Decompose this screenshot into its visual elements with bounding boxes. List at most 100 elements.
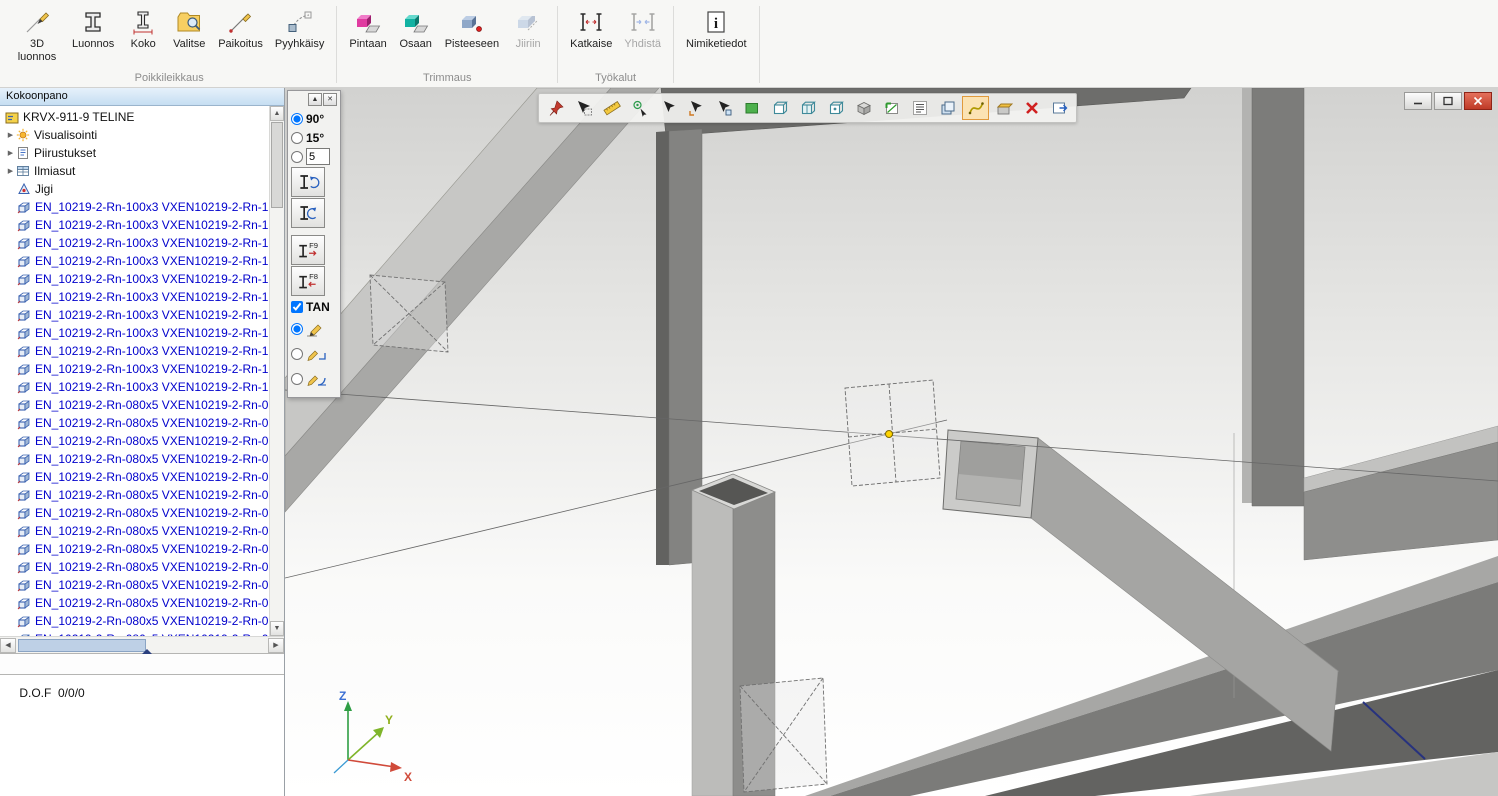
tree-part-item[interactable]: EN_10219-2-Rn-100x3 VXEN10219-2-Rn-1 xyxy=(0,234,269,252)
tree-part-item[interactable]: EN_10219-2-Rn-080x5 VXEN10219-2-Rn-0 xyxy=(0,576,269,594)
tree-node-ilmiasut[interactable]: ▶ Ilmiasut xyxy=(0,162,269,180)
snap-free-icon[interactable] xyxy=(654,96,681,120)
expand-arrow-icon[interactable]: ▶ xyxy=(5,131,16,139)
tree-part-item[interactable]: EN_10219-2-Rn-080x5 VXEN10219-2-Rn-0 xyxy=(0,468,269,486)
panel-close-icon[interactable]: ✕ xyxy=(323,93,337,106)
sweep-button[interactable]: Pyyhkäisy xyxy=(269,4,331,54)
tangent-option[interactable]: TAN xyxy=(291,297,337,316)
trim-to-miter-button[interactable]: Jiiriin xyxy=(505,4,551,54)
tree-node-piirustukset[interactable]: ▶ Piirustukset xyxy=(0,144,269,162)
tree-part-item[interactable]: EN_10219-2-Rn-080x5 VXEN10219-2-Rn-0 xyxy=(0,594,269,612)
solid-cube-icon[interactable] xyxy=(850,96,877,120)
tree-part-item[interactable]: EN_10219-2-Rn-080x5 VXEN10219-2-Rn-0 xyxy=(0,558,269,576)
panel-collapse-icon[interactable]: ▲ xyxy=(308,93,322,106)
tree-part-item[interactable]: EN_10219-2-Rn-080x5 VXEN10219-2-Rn-0 xyxy=(0,486,269,504)
select-frame-icon[interactable] xyxy=(570,96,597,120)
trim-to-point-button[interactable]: Pisteeseen xyxy=(439,4,505,54)
tree-part-item[interactable]: EN_10219-2-Rn-100x3 VXEN10219-2-Rn-1 xyxy=(0,198,269,216)
tree-part-item[interactable]: EN_10219-2-Rn-080x5 VXEN10219-2-Rn-0 xyxy=(0,432,269,450)
profile-curve-icon[interactable] xyxy=(962,96,989,120)
box-wireframe-1-icon[interactable] xyxy=(766,96,793,120)
3d-sketch-button[interactable]: 3D luonnos xyxy=(8,4,66,66)
export-view-icon[interactable] xyxy=(1046,96,1073,120)
angle-90-option[interactable]: 90° xyxy=(291,109,337,128)
trim-point-icon xyxy=(459,9,485,35)
angle-custom-radio[interactable] xyxy=(291,151,303,163)
maximize-icon[interactable] xyxy=(1434,92,1462,110)
tree-part-item[interactable]: EN_10219-2-Rn-100x3 VXEN10219-2-Rn-1 xyxy=(0,378,269,396)
selection-point[interactable] xyxy=(886,431,893,438)
box-wireframe-3-icon[interactable] xyxy=(822,96,849,120)
viewport-3d[interactable]: Z Y X ▲ ✕ xyxy=(285,88,1498,796)
tree-node-visualisointi[interactable]: ▶ Visualisointi xyxy=(0,126,269,144)
angle-15-option[interactable]: 15° xyxy=(291,128,337,147)
pin-icon[interactable] xyxy=(542,96,569,120)
tree-part-item[interactable]: EN_10219-2-Rn-100x3 VXEN10219-2-Rn-1 xyxy=(0,252,269,270)
rotate-cw-button[interactable] xyxy=(291,167,325,197)
trim-to-part-button[interactable]: Osaan xyxy=(393,4,439,54)
scroll-up-icon[interactable]: ▲ xyxy=(270,106,284,121)
splitter-grip-icon[interactable] xyxy=(142,649,152,654)
break-button[interactable]: Katkaise xyxy=(564,4,618,54)
tree-node-jigi[interactable]: Jigi xyxy=(0,180,269,198)
horizontal-scroll-thumb[interactable] xyxy=(18,639,146,652)
vertical-scroll-thumb[interactable] xyxy=(271,122,283,208)
copy-parts-icon[interactable] xyxy=(934,96,961,120)
tree-part-item[interactable]: EN_10219-2-Rn-080x5 VXEN10219-2-Rn-0 xyxy=(0,396,269,414)
snap-corner-icon[interactable] xyxy=(682,96,709,120)
minimize-icon[interactable] xyxy=(1404,92,1432,110)
angle-15-radio[interactable] xyxy=(291,132,303,144)
component-bin-icon[interactable] xyxy=(990,96,1017,120)
delete-icon[interactable] xyxy=(1018,96,1045,120)
vertical-scrollbar[interactable]: ▲ ▼ xyxy=(269,106,284,636)
scroll-down-icon[interactable]: ▼ xyxy=(270,621,284,636)
draw-ortho-radio[interactable] xyxy=(291,348,303,360)
tree-part-item[interactable]: EN_10219-2-Rn-080x5 VXEN10219-2-Rn-0 xyxy=(0,504,269,522)
snap-center-icon[interactable] xyxy=(626,96,653,120)
tree-part-item[interactable]: EN_10219-2-Rn-100x3 VXEN10219-2-Rn-1 xyxy=(0,288,269,306)
section-box-icon[interactable] xyxy=(878,96,905,120)
tree-part-item[interactable]: EN_10219-2-Rn-080x5 VXEN10219-2-Rn-0 xyxy=(0,522,269,540)
tree-part-item[interactable]: EN_10219-2-Rn-100x3 VXEN10219-2-Rn-1 xyxy=(0,360,269,378)
measure-ruler-icon[interactable] xyxy=(598,96,625,120)
sketch-button[interactable]: Luonnos xyxy=(66,4,120,54)
tree-part-item[interactable]: EN_10219-2-Rn-100x3 VXEN10219-2-Rn-1 xyxy=(0,324,269,342)
tree-part-item[interactable]: EN_10219-2-Rn-100x3 VXEN10219-2-Rn-1 xyxy=(0,270,269,288)
tree-part-item[interactable]: EN_10219-2-Rn-080x5 VXEN10219-2-Rn-0 xyxy=(0,540,269,558)
angle-custom-option[interactable] xyxy=(291,147,337,166)
tree-part-item[interactable]: EN_10219-2-Rn-080x5 VXEN10219-2-Rn-0 xyxy=(0,612,269,630)
snap-pick-icon[interactable] xyxy=(710,96,737,120)
tree-root-node[interactable]: KRVX-911-9 TELINE xyxy=(0,108,269,126)
angle-90-radio[interactable] xyxy=(291,113,303,125)
trim-to-surface-button[interactable]: Pintaan xyxy=(343,4,392,54)
size-button[interactable]: Koko xyxy=(120,4,166,54)
part-list-icon[interactable] xyxy=(906,96,933,120)
tree-part-item[interactable]: EN_10219-2-Rn-100x3 VXEN10219-2-Rn-1 xyxy=(0,342,269,360)
face-highlight-icon[interactable] xyxy=(738,96,765,120)
draw-angle-radio[interactable] xyxy=(291,373,303,385)
box-wireframe-2-icon[interactable] xyxy=(794,96,821,120)
custom-angle-input[interactable] xyxy=(306,148,330,165)
expand-arrow-icon[interactable]: ▶ xyxy=(5,149,16,157)
tangent-checkbox[interactable] xyxy=(291,301,303,313)
tree-part-item[interactable]: EN_10219-2-Rn-100x3 VXEN10219-2-Rn-1 xyxy=(0,216,269,234)
flip-f8-button[interactable]: F8 xyxy=(291,266,325,296)
rotate-ccw-button[interactable] xyxy=(291,198,325,228)
join-button[interactable]: Yhdistä xyxy=(618,4,667,54)
positioning-button[interactable]: Paikoitus xyxy=(212,4,269,54)
tree-part-item[interactable]: EN_10219-2-Rn-080x5 VXEN10219-2-Rn-0 xyxy=(0,450,269,468)
draw-free-radio[interactable] xyxy=(291,323,303,335)
viewport-canvas[interactable]: Z Y X xyxy=(285,88,1498,796)
draw-mode-ortho[interactable] xyxy=(291,341,337,366)
close-icon[interactable] xyxy=(1464,92,1492,110)
select-button[interactable]: Valitse xyxy=(166,4,212,54)
flip-f9-button[interactable]: F9 xyxy=(291,235,325,265)
scroll-right-icon[interactable]: ▶ xyxy=(268,638,284,653)
tree-part-item[interactable]: EN_10219-2-Rn-100x3 VXEN10219-2-Rn-1 xyxy=(0,306,269,324)
tree-part-item[interactable]: EN_10219-2-Rn-080x5 VXEN10219-2-Rn-0 xyxy=(0,414,269,432)
scroll-left-icon[interactable]: ◀ xyxy=(0,638,16,653)
expand-arrow-icon[interactable]: ▶ xyxy=(5,167,16,175)
item-info-button[interactable]: i Nimiketiedot xyxy=(680,4,753,54)
draw-mode-free[interactable] xyxy=(291,316,337,341)
draw-mode-angle[interactable] xyxy=(291,366,337,391)
